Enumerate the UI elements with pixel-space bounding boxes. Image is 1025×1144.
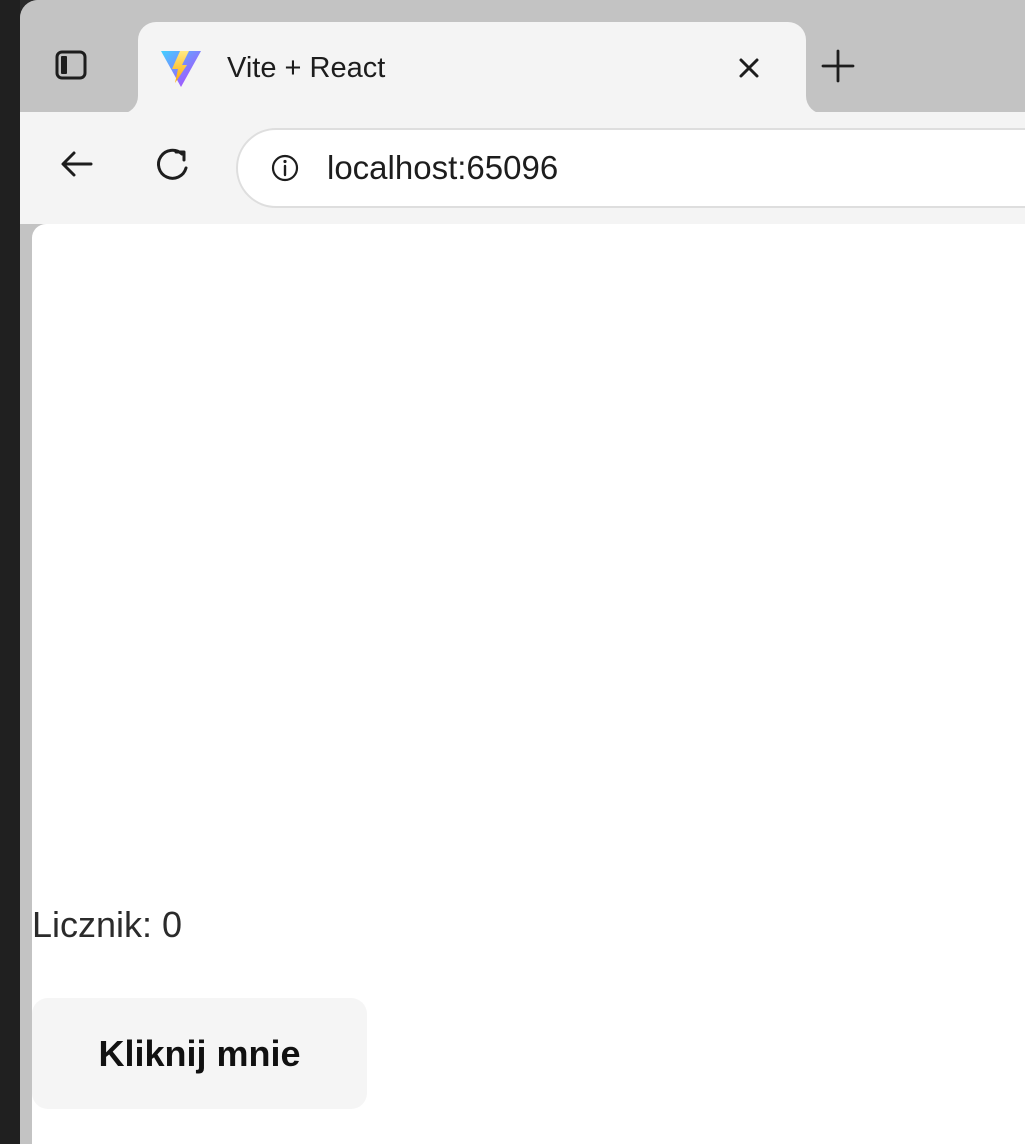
desktop-edge bbox=[0, 0, 20, 1144]
counter-label: Licznik: 0 bbox=[32, 904, 183, 945]
page-content: Licznik: 0 Kliknij mnie bbox=[32, 224, 1025, 1144]
new-tab-button[interactable] bbox=[810, 38, 865, 93]
click-me-button[interactable]: Kliknij mnie bbox=[32, 998, 367, 1109]
tab-sidebar-icon bbox=[55, 50, 87, 80]
browser-window: Vite + React localhost:65096 Licznik: 0 … bbox=[0, 0, 1025, 1144]
reload-button[interactable] bbox=[143, 135, 201, 193]
browser-frame: Vite + React localhost:65096 Licznik: 0 … bbox=[20, 0, 1025, 1144]
site-info-button[interactable] bbox=[267, 150, 303, 186]
close-icon bbox=[739, 58, 759, 78]
address-bar[interactable] bbox=[236, 128, 1025, 208]
url-input[interactable] bbox=[327, 144, 1025, 192]
back-arrow-icon bbox=[61, 151, 93, 177]
vite-logo-icon bbox=[161, 51, 201, 87]
active-tab[interactable]: Vite + React bbox=[138, 22, 806, 114]
browser-toolbar bbox=[20, 112, 1025, 224]
site-info-icon bbox=[271, 154, 299, 182]
tab-close-button[interactable] bbox=[728, 47, 770, 89]
plus-icon bbox=[821, 49, 854, 82]
tab-sidebar-button[interactable] bbox=[42, 36, 100, 94]
tab-strip: Vite + React bbox=[20, 0, 1025, 114]
back-button[interactable] bbox=[48, 135, 106, 193]
reload-icon bbox=[157, 148, 188, 180]
tab-title: Vite + React bbox=[227, 52, 386, 84]
